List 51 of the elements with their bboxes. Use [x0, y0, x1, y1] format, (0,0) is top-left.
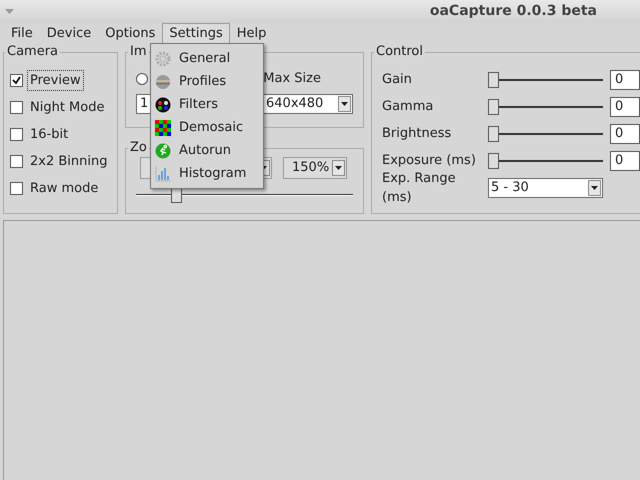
- menu-item[interactable]: Options: [98, 23, 162, 44]
- menu-item[interactable]: Help: [230, 23, 274, 44]
- checkbox[interactable]: [10, 155, 23, 168]
- checkbox-label: 2x2 Binning: [29, 152, 108, 171]
- value-field[interactable]: 0: [610, 70, 640, 90]
- value-field[interactable]: 0: [610, 124, 640, 144]
- slider-label: Brightness: [382, 125, 452, 144]
- slider-label: Gamma: [382, 98, 434, 116]
- group-title: Zo: [129, 141, 148, 155]
- checkbox-label: Night Mode: [29, 98, 106, 117]
- bar-chart-icon: [155, 166, 171, 182]
- running-figure-icon: [155, 142, 171, 158]
- slider[interactable]: [488, 126, 603, 142]
- group-title: Control: [375, 45, 424, 59]
- checkbox[interactable]: [10, 101, 23, 114]
- slider-label: Gain: [382, 71, 413, 90]
- zoom-percent-dropdown[interactable]: 150%: [283, 157, 347, 179]
- slider[interactable]: [488, 72, 603, 88]
- checkbox-label: 16-bit: [29, 126, 70, 144]
- menu-item[interactable]: Settings: [162, 23, 230, 44]
- checkbox[interactable]: [10, 182, 23, 195]
- checkbox-label: Preview: [27, 70, 84, 92]
- resolution-dropdown[interactable]: 640x480: [262, 94, 353, 114]
- slider-label: Exposure (ms): [382, 152, 477, 170]
- menu-entry[interactable]: General: [151, 47, 263, 70]
- checkbox[interactable]: [10, 74, 23, 87]
- menu-entry[interactable]: Autorun: [151, 139, 263, 162]
- bayer-grid-icon: [155, 120, 171, 136]
- checkbox[interactable]: [10, 128, 23, 141]
- gear-icon: [155, 50, 171, 66]
- zoom-slider[interactable]: [136, 187, 353, 203]
- window-title: oaCapture 0.0.3 beta: [430, 2, 597, 21]
- field-label: Max Size: [263, 70, 321, 88]
- group-title: Im: [129, 45, 148, 59]
- slider[interactable]: [488, 153, 603, 169]
- menu-entry[interactable]: Filters: [151, 93, 263, 116]
- planet-icon: [155, 74, 171, 90]
- exposure-range-dropdown[interactable]: 5 - 30: [488, 178, 603, 198]
- checkbox-label: Raw mode: [29, 180, 100, 198]
- field-label: Exp. Range (ms): [382, 170, 457, 207]
- value-field[interactable]: 0: [610, 151, 640, 171]
- value-field[interactable]: 0: [610, 97, 640, 117]
- filter-wheel-icon: [155, 96, 171, 112]
- radio-button[interactable]: [136, 73, 148, 85]
- menu-entry[interactable]: Profiles: [151, 70, 263, 93]
- menu-item[interactable]: Device: [40, 23, 98, 44]
- group-title: Camera: [6, 45, 60, 59]
- menu-item[interactable]: File: [4, 23, 40, 44]
- menu-entry[interactable]: Demosaic: [151, 116, 263, 139]
- menu-entry[interactable]: Histogram: [151, 162, 263, 185]
- slider[interactable]: [488, 99, 603, 115]
